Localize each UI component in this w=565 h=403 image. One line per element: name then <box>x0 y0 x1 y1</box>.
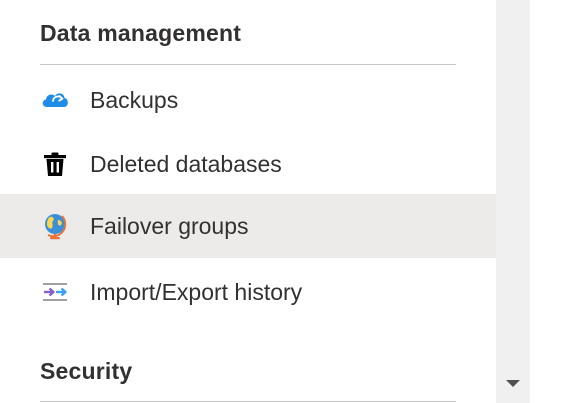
menu-item-backups[interactable]: Backups <box>0 68 496 132</box>
section-header-data-management: Data management <box>40 20 242 46</box>
section-divider <box>40 401 456 402</box>
section-header-security: Security <box>40 358 133 384</box>
scroll-down-arrow-icon[interactable] <box>506 380 520 387</box>
menu-item-import-export-history[interactable]: Import/Export history <box>0 260 496 324</box>
menu-item-failover-groups[interactable]: Failover groups <box>0 194 496 258</box>
menu-item-label: Backups <box>90 86 179 113</box>
section-divider <box>40 64 456 65</box>
menu-item-label: Deleted databases <box>90 150 282 177</box>
menu-item-label: Failover groups <box>90 212 249 239</box>
menu-item-deleted-databases[interactable]: Deleted databases <box>0 132 496 196</box>
cloud-backup-icon <box>40 85 70 115</box>
import-export-icon <box>40 277 70 307</box>
trash-icon <box>40 149 70 179</box>
page: Data management Backups Deleted database… <box>0 0 565 403</box>
resource-menu: Data management Backups Deleted database… <box>0 0 496 403</box>
globe-icon <box>40 211 70 241</box>
scrollbar[interactable] <box>496 0 530 403</box>
menu-item-label: Import/Export history <box>90 278 303 305</box>
